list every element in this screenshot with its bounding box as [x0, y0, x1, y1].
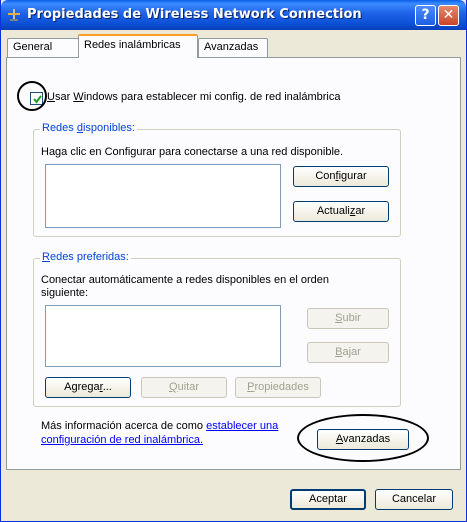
title-bar[interactable]: Propiedades de Wireless Network Connecti…	[1, 0, 466, 30]
tab-general[interactable]: General	[7, 38, 79, 57]
configure-button[interactable]: Configurar	[293, 166, 389, 187]
add-button[interactable]: Agregar...	[45, 377, 131, 398]
window-title: Propiedades de Wireless Network Connecti…	[27, 7, 362, 22]
setup-wireless-link-continued[interactable]: configuración de red inalámbrica.	[41, 434, 203, 446]
available-networks-description: Haga clic en Configurar para conectarse …	[41, 146, 344, 158]
tab-advanced[interactable]: Avanzadas	[198, 38, 268, 57]
close-icon: ✕	[442, 7, 455, 23]
ok-button[interactable]: Aceptar	[290, 489, 366, 510]
use-windows-label[interactable]: Usar Windows para establecer mi config. …	[47, 91, 341, 103]
preferred-networks-description-line2: siguiente:	[41, 287, 89, 299]
checkmark-icon	[33, 95, 42, 104]
tab-wireless-networks[interactable]: Redes inalámbricas	[78, 34, 198, 58]
properties-button[interactable]: Propiedades	[235, 377, 321, 398]
refresh-button[interactable]: Actualizar	[293, 201, 389, 222]
properties-dialog: Propiedades de Wireless Network Connecti…	[0, 0, 467, 522]
preferred-networks-legend: Redes preferidas:	[40, 251, 131, 263]
available-networks-legend: Redes disponibles:	[40, 122, 137, 134]
cancel-button[interactable]: Cancelar	[375, 489, 453, 510]
help-icon: ?	[421, 7, 430, 23]
move-down-button[interactable]: Bajar	[307, 342, 389, 363]
advanced-button[interactable]: Avanzadas	[317, 429, 409, 450]
wireless-networks-panel: Usar Windows para establecer mi config. …	[6, 57, 461, 470]
preferred-networks-list[interactable]	[45, 305, 281, 367]
move-up-button[interactable]: Subir	[307, 308, 389, 329]
network-connection-icon	[7, 8, 21, 22]
close-button[interactable]: ✕	[438, 5, 459, 26]
setup-wireless-link[interactable]: establecer una	[206, 420, 278, 432]
available-networks-list[interactable]	[45, 164, 281, 228]
preferred-networks-description-line1: Conectar automáticamente a redes disponi…	[41, 274, 330, 286]
use-windows-checkbox[interactable]	[30, 92, 43, 105]
help-button[interactable]: ?	[415, 5, 436, 26]
remove-button[interactable]: Quitar	[141, 377, 227, 398]
info-text-line1: Más información acerca de como establece…	[41, 420, 279, 432]
info-text-line2: configuración de red inalámbrica.	[41, 434, 203, 446]
